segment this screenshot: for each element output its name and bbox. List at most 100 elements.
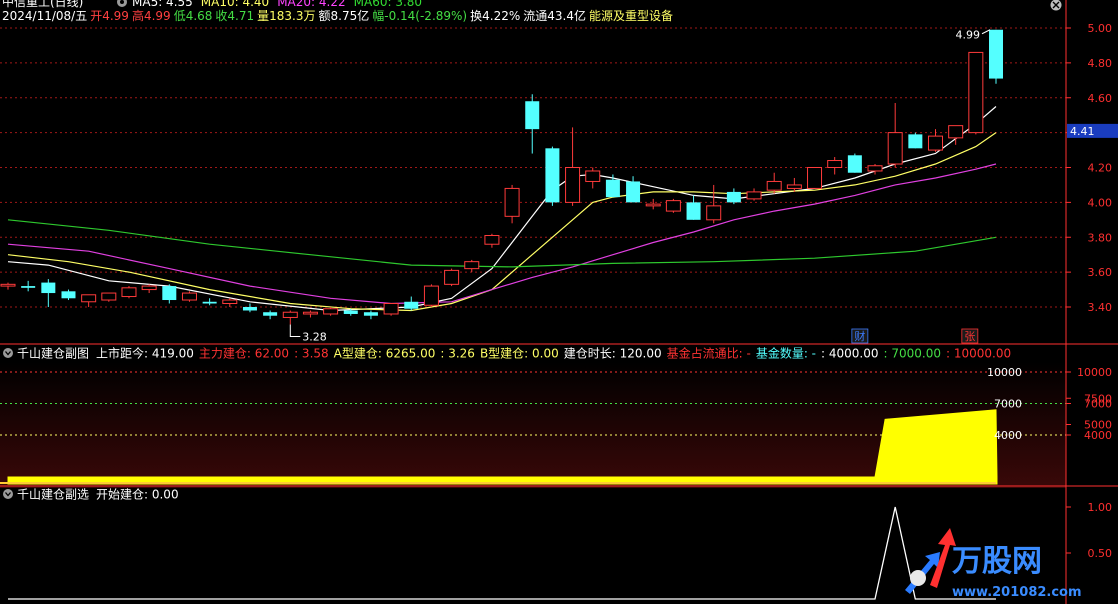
brand-name: 万股网 [952,544,1042,579]
y-tick-label: 3.80 [1088,231,1113,244]
inline-level-label: 4000 [994,429,1022,442]
inline-level-label: 10000 [987,366,1022,379]
y-tick-label: 4.00 [1088,196,1113,209]
candle-body [786,184,802,189]
candle-body [908,134,923,149]
legend-item: 基金占流通比: - [667,346,751,361]
brand-url: www.201082.com [952,585,1082,600]
current-price-label: 4.41 [1070,125,1095,138]
y-tick-label: 4.20 [1088,162,1113,175]
legend-item: 量183.3万 [257,9,315,23]
legend-item: MA60: 3.80 [354,0,422,9]
legend-item: MA5: 4.55 [132,0,193,9]
candle-body [968,51,984,134]
candle-body [41,282,56,294]
candle-body [665,200,681,212]
legend-item: : 4000.00 [821,347,878,361]
candle-body [807,167,823,189]
candle-body [504,187,520,217]
legend-item: : 3.58 [294,347,329,361]
candle-body [101,292,117,301]
candle-body [181,292,197,301]
candle-body [121,287,137,298]
y-tick-label: 7000 [1084,398,1112,411]
candle-body [989,29,1003,79]
legend-item: 收4.71 [215,9,254,23]
chevron-down-icon[interactable] [3,348,13,358]
legend-item: : 3.26 [440,347,475,361]
legend-item: 开4.99 [90,9,129,23]
event-marker: 张 [964,330,975,343]
y-tick-label: 5.00 [1088,22,1113,35]
candle-body [867,165,883,172]
legend-item: 主力建仓: 62.00 [199,347,289,361]
candle-body [404,301,419,309]
candle-body [686,202,701,220]
legend-item: A型建仓: 6265.00 [334,347,436,361]
candle-body [363,312,378,316]
legend-item: : 10000.00 [946,347,1011,361]
subchart-1-legend: 上市距今: 419.00 主力建仓: 62.00 : 3.58 A型建仓: 6265.… [96,346,1011,361]
inline-level-label: 7000 [994,398,1022,411]
candle-body [746,191,762,200]
legend-item: 上市距今: 419.00 [96,346,194,361]
close-icon[interactable] [1050,0,1062,11]
legend-item: 开始建仓: 0.00 [96,488,179,502]
legend-item: 额8.75亿 [319,8,370,23]
legend-item: MA10: 4.40 [201,0,269,9]
candle-body [928,135,944,151]
candle-body [242,307,257,311]
candle-body [827,160,843,168]
candle-body [706,205,722,221]
legend-item: B型建仓: 0.00 [480,347,559,361]
candle-body [81,294,97,303]
event-marker: 财 [854,329,865,343]
candle-body [605,179,620,198]
y-tick-label: 1.00 [1088,501,1113,514]
high-label: 4.99 [956,29,981,42]
candle-body [444,269,460,285]
candle-body [464,261,480,270]
y-tick-label: 4000 [1084,429,1112,442]
candle-body [263,312,278,316]
legend-item: 高4.99 [132,8,171,23]
candle-body [323,308,339,315]
candle-body [948,125,964,139]
y-tick-label: 0.50 [1088,547,1113,560]
candle-body [847,155,862,173]
subchart-1-header: 千山建仓副图 上市距今: 419.00 主力建仓: 62.00 : 3.58 A型建仓… [3,346,1011,361]
legend-item: 幅-0.14(-2.89%) [372,8,467,23]
legend-item: 建仓时长: 120.00 [564,347,662,361]
subchart-1-title: 千山建仓副图 [17,347,89,361]
legend-item: 换4.22% [470,9,520,23]
candle-body [61,291,76,299]
candle-body [141,285,157,291]
candle-body [726,191,741,203]
candle-body [21,286,36,288]
candle-body [565,167,581,203]
ma-legend: MA5: 4.55 MA10: 4.40 MA20: 4.22 MA60: 3.80 [132,0,422,9]
candle-body [0,283,16,287]
info-row: 2024/11/08/五 开4.99 高4.99 低4.68 收4.71 量183.3万额… [2,8,673,23]
candle-body [423,285,439,306]
legend-item: 低4.68 [174,9,213,23]
candle-body [383,303,399,315]
candle-body [645,203,661,207]
legend-item: 2024/11/08/五 [2,9,87,23]
legend-item: 能源及重型设备 [589,9,673,23]
candle-body [585,170,601,182]
legend-item: : 7000.00 [884,347,941,361]
chart-title: 中信重工(日线) [2,0,83,9]
chevron-down-icon[interactable] [3,489,13,499]
candle-body [766,180,782,191]
candle-body [222,299,238,305]
stock-chart: 1000070004000 5.004.804.604.404.204.003.… [0,0,1118,604]
legend-item: 基金数量: - [756,346,816,361]
y-tick-label: 3.60 [1088,266,1113,279]
y-tick-label: 10000 [1077,366,1112,379]
candle-body [162,286,177,301]
candle-body [484,235,500,245]
candle-body [545,148,560,203]
y-tick-label: 3.40 [1088,301,1113,314]
candle-body [525,101,540,130]
